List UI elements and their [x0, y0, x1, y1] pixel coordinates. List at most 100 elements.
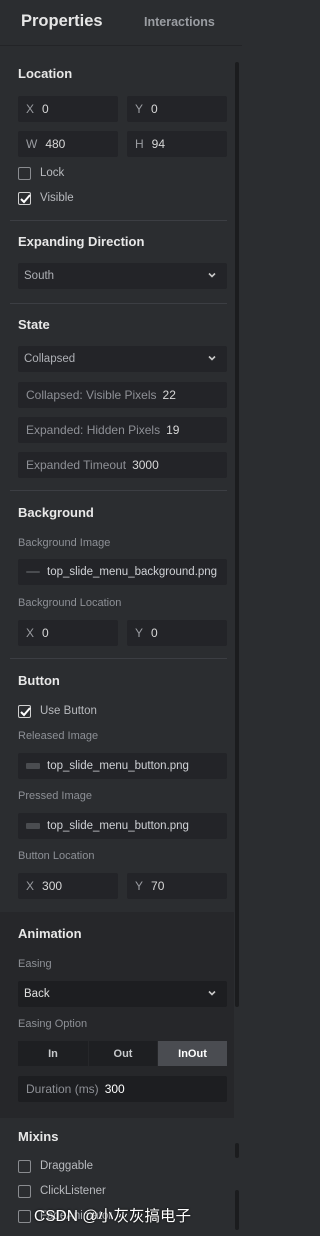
- image-thumbnail-icon: [26, 571, 40, 573]
- background-x-label: X: [26, 626, 35, 640]
- location-y-label: Y: [135, 102, 144, 116]
- lock-checkbox[interactable]: [18, 166, 31, 180]
- tab-properties[interactable]: Properties: [21, 12, 103, 31]
- background-y-label: Y: [135, 626, 144, 640]
- location-w-field[interactable]: W 480: [18, 131, 118, 157]
- mixin-clicklistener-label: ClickListener: [40, 1185, 106, 1197]
- easing-option-in[interactable]: In: [18, 1041, 88, 1066]
- duration-value: 300: [104, 1082, 125, 1096]
- pressed-image-field[interactable]: top_slide_menu_button.png: [18, 813, 227, 839]
- background-x-field[interactable]: X 0: [18, 620, 118, 646]
- released-image-label: Released Image: [18, 730, 99, 742]
- location-y-field[interactable]: Y 0: [127, 96, 227, 122]
- visible-checkbox-row[interactable]: Visible: [18, 190, 74, 206]
- background-image-file: top_slide_menu_background.png: [47, 566, 218, 578]
- location-h-value: 94: [151, 137, 166, 151]
- animation-section-title: Animation: [18, 926, 82, 941]
- button-x-value: 300: [42, 879, 63, 893]
- location-x-field[interactable]: X 0: [18, 96, 118, 122]
- background-y-field[interactable]: Y 0: [127, 620, 227, 646]
- divider: [10, 303, 227, 304]
- divider: [10, 490, 227, 491]
- checkmark-icon: [20, 706, 31, 716]
- released-image-file: top_slide_menu_button.png: [47, 760, 189, 772]
- expanded-timeout-label: Expanded Timeout: [26, 458, 127, 472]
- draggable-checkbox[interactable]: [18, 1159, 31, 1173]
- mixins-section-title: Mixins: [18, 1129, 59, 1144]
- expanded-hidden-pixels-field[interactable]: Expanded: Hidden Pixels 19: [18, 417, 227, 443]
- easing-option-inout[interactable]: InOut: [158, 1041, 227, 1066]
- easing-label: Easing: [18, 958, 52, 970]
- released-image-field[interactable]: top_slide_menu_button.png: [18, 753, 227, 779]
- chevron-down-icon: [208, 355, 216, 361]
- background-section-title: Background: [18, 505, 94, 520]
- fadeanimator-checkbox[interactable]: [18, 1209, 31, 1223]
- expanded-hidden-pixels-value: 19: [166, 423, 180, 437]
- button-y-field[interactable]: Y 70: [127, 873, 227, 899]
- state-select[interactable]: Collapsed: [18, 346, 227, 372]
- easing-option-out[interactable]: Out: [89, 1041, 157, 1066]
- easing-select[interactable]: Back: [18, 981, 227, 1007]
- button-location-label: Button Location: [18, 850, 95, 862]
- location-x-value: 0: [42, 102, 49, 116]
- expanding-direction-select[interactable]: South: [18, 263, 227, 289]
- background-x-value: 0: [42, 626, 49, 640]
- pressed-image-label: Pressed Image: [18, 790, 92, 802]
- mixin-draggable-row[interactable]: Draggable: [18, 1158, 93, 1174]
- properties-panel: Properties Interactions Location X 0 Y 0…: [0, 0, 242, 1236]
- tab-interactions[interactable]: Interactions: [144, 15, 215, 29]
- expanded-timeout-value: 3000: [132, 458, 159, 472]
- chevron-down-icon: [208, 272, 216, 278]
- collapsed-visible-pixels-label: Collapsed: Visible Pixels: [26, 388, 157, 402]
- collapsed-visible-pixels-field[interactable]: Collapsed: Visible Pixels 22: [18, 382, 227, 408]
- lock-label: Lock: [40, 167, 65, 179]
- button-x-field[interactable]: X 300: [18, 873, 118, 899]
- checkmark-icon: [20, 193, 31, 203]
- expanded-timeout-field[interactable]: Expanded Timeout 3000: [18, 452, 227, 478]
- use-button-label: Use Button: [40, 705, 97, 717]
- location-h-label: H: [135, 137, 144, 151]
- scrollbar-thumb-segment[interactable]: [235, 1143, 239, 1158]
- location-y-value: 0: [151, 102, 158, 116]
- background-image-label: Background Image: [18, 537, 111, 549]
- background-image-field[interactable]: top_slide_menu_background.png: [18, 559, 227, 585]
- expanding-direction-value: South: [24, 270, 55, 282]
- button-y-label: Y: [135, 879, 144, 893]
- lock-checkbox-row[interactable]: Lock: [18, 165, 64, 181]
- visible-checkbox[interactable]: [18, 191, 31, 205]
- panel-tabs: Properties Interactions: [0, 0, 242, 46]
- clicklistener-checkbox[interactable]: [18, 1184, 31, 1198]
- easing-value: Back: [24, 988, 50, 1000]
- location-h-field[interactable]: H 94: [127, 131, 227, 157]
- collapsed-visible-pixels-value: 22: [162, 388, 176, 402]
- watermark-text: CSDN @小灰灰搞电子: [34, 1208, 191, 1225]
- divider: [10, 220, 227, 221]
- background-location-label: Background Location: [18, 597, 122, 609]
- duration-label: Duration (ms): [26, 1082, 99, 1096]
- button-y-value: 70: [151, 879, 165, 893]
- state-section-title: State: [18, 317, 50, 332]
- location-w-value: 480: [45, 137, 66, 151]
- button-x-label: X: [26, 879, 35, 893]
- image-thumbnail-icon: [26, 763, 40, 769]
- location-w-label: W: [26, 137, 38, 151]
- location-section-title: Location: [18, 66, 73, 81]
- mixin-draggable-label: Draggable: [40, 1160, 94, 1172]
- use-button-checkbox-row[interactable]: Use Button: [18, 703, 97, 719]
- image-thumbnail-icon: [26, 823, 40, 829]
- expanding-direction-title: Expanding Direction: [18, 234, 145, 249]
- scrollbar-thumb[interactable]: [235, 62, 239, 1007]
- use-button-checkbox[interactable]: [18, 704, 31, 718]
- chevron-down-icon: [208, 990, 216, 996]
- visible-label: Visible: [40, 192, 74, 204]
- background-y-value: 0: [151, 626, 158, 640]
- mixin-clicklistener-row[interactable]: ClickListener: [18, 1183, 106, 1199]
- location-x-label: X: [26, 102, 35, 116]
- scrollbar-thumb-segment[interactable]: [235, 1190, 239, 1230]
- state-value: Collapsed: [24, 353, 76, 365]
- pressed-image-file: top_slide_menu_button.png: [47, 820, 189, 832]
- expanded-hidden-pixels-label: Expanded: Hidden Pixels: [26, 423, 161, 437]
- button-section-title: Button: [18, 673, 60, 688]
- easing-option-label: Easing Option: [18, 1018, 88, 1030]
- duration-field[interactable]: Duration (ms) 300: [18, 1076, 227, 1102]
